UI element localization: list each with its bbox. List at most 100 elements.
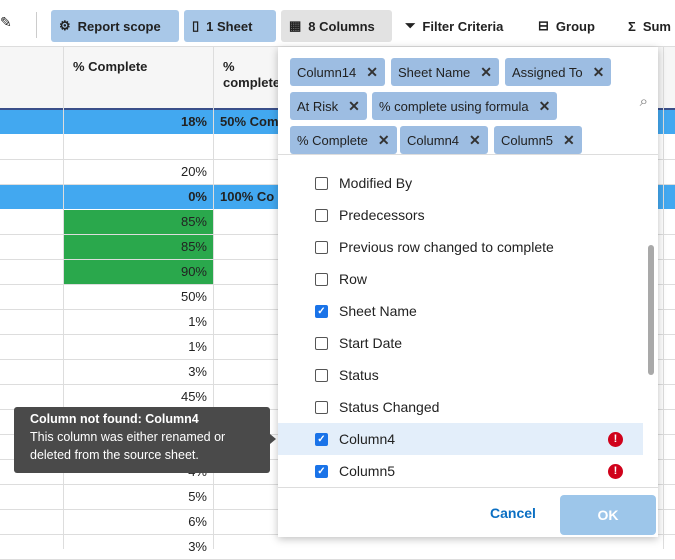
chip-label: % Complete [297,132,368,148]
percent-complete-cell[interactable]: 45% [64,385,213,409]
column-divider [213,47,214,549]
chip-label: Assigned To [512,64,583,80]
sigma-icon: Σ [628,18,636,34]
tooltip-title: Column not found: Column4 [30,412,199,426]
remove-icon[interactable]: ✕ [469,132,481,149]
column-chip: Sheet Name ✕ [391,58,499,86]
column-option-label: Status [339,367,379,383]
column-option[interactable]: ✓ Column4! [278,423,643,455]
percent-complete-cell[interactable]: 5% [64,485,213,509]
remove-icon[interactable]: ✕ [378,132,390,149]
remove-icon[interactable]: ✕ [348,98,360,115]
column-option-label: Predecessors [339,207,425,223]
column-option-label: Status Changed [339,399,440,415]
remove-icon[interactable]: ✕ [366,64,378,81]
column-option-label: Previous row changed to complete [339,239,554,255]
sheet-icon: ▯ [192,18,200,33]
percent-complete-cell[interactable]: 85% [64,235,213,259]
percent-complete-cell[interactable]: 0% [64,185,213,209]
column-divider [63,47,64,549]
formula-cell[interactable]: 50% Com [220,110,279,134]
column-option-label: Start Date [339,335,403,351]
percent-complete-cell[interactable]: 3% [64,360,213,384]
error-icon[interactable]: ! [608,431,623,447]
error-icon[interactable]: ! [608,463,623,479]
remove-icon[interactable]: ✕ [563,132,575,149]
percent-complete-cell[interactable]: 90% [64,260,213,284]
chip-label: Column14 [297,64,357,80]
column-chip: Assigned To ✕ [505,58,612,86]
column-option[interactable]: Status Changed [278,391,643,423]
formula-cell[interactable]: 100% Co [220,185,274,209]
tooltip-body: This column was either renamed or delete… [30,430,226,462]
percent-complete-cell[interactable]: 20% [64,160,213,184]
chip-label: At Risk [297,98,339,114]
columns-dialog: Column14 ✕ Sheet Name ✕ Assigned To ✕ At Risk ✕… [278,47,658,537]
column-option[interactable]: Start Date [278,327,643,359]
checkbox[interactable]: ✓ [315,464,328,478]
column-chip: % Complete ✕ [290,126,397,154]
chip-label: Column5 [501,132,554,148]
edit-pencil-icon[interactable]: ✎ [0,14,12,31]
sheet-button[interactable]: ▯ 1 Sheet [184,10,276,42]
percent-complete-cell[interactable] [64,135,213,159]
checkbox[interactable] [315,368,328,382]
column-option[interactable]: ✓ Column5! [278,455,643,487]
column-option[interactable]: Previous row changed to complete [278,231,643,263]
checkbox[interactable] [315,400,328,414]
column-option-label: Sheet Name [339,303,417,319]
ok-button[interactable]: OK [560,495,656,535]
column-chip: Column14 ✕ [290,58,385,86]
remove-icon[interactable]: ✕ [480,64,492,81]
percent-complete-cell[interactable]: 6% [64,510,213,534]
column-chip: Column5 ✕ [494,126,582,154]
toolbar-divider [36,12,37,38]
percent-complete-cell[interactable]: 85% [64,210,213,234]
filter-criteria-button[interactable]: ⏷ Filter Criteria [397,10,511,42]
toolbar: ✎ ⚙ Report scope ▯ 1 Sheet ▦ 8 Columns ⏷ Fil… [0,0,675,47]
checkbox[interactable] [315,240,328,254]
column-option[interactable]: Status [278,359,643,391]
search-icon[interactable]: ⌕ [640,93,648,110]
dialog-footer: Cancel OK [278,487,658,537]
remove-icon[interactable]: ✕ [539,98,551,115]
header-percent-complete-formula[interactable]: % complete using formula [223,59,278,93]
percent-complete-cell[interactable]: 1% [64,335,213,359]
scrollbar[interactable] [648,245,654,375]
checkbox[interactable]: ✓ [315,432,328,446]
group-button[interactable]: ⊟ Group [530,10,603,42]
tooltip-arrow [270,434,276,444]
checkbox[interactable] [315,336,328,350]
selected-columns: Column14 ✕ Sheet Name ✕ Assigned To ✕ At Risk ✕… [278,47,658,155]
table-row[interactable]: 3% [0,535,675,560]
summary-button[interactable]: Σ Sum [620,10,675,42]
column-divider [663,47,664,549]
percent-complete-cell[interactable]: 3% [64,535,213,559]
column-option[interactable]: Modified By [278,167,643,199]
chip-label: Sheet Name [398,64,471,80]
percent-complete-cell[interactable]: 18% [64,110,213,134]
remove-icon[interactable]: ✕ [593,64,605,81]
column-option-label: Row [339,271,368,287]
column-option[interactable]: ✓ Sheet Name [278,295,643,327]
column-chip: At Risk ✕ [290,92,367,120]
column-option[interactable]: Row [278,263,643,295]
report-scope-button[interactable]: ⚙ Report scope [51,10,179,42]
filter-icon: ⏷ [405,18,416,33]
percent-complete-cell[interactable]: 50% [64,285,213,309]
column-option-label: Modified By [339,175,413,191]
checkbox[interactable] [315,272,328,286]
error-tooltip: Column not found: Column4 This column wa… [14,407,270,473]
column-option-label: Column4 [339,431,396,447]
checkbox[interactable]: ✓ [315,304,328,318]
column-option[interactable]: Predecessors [278,199,643,231]
gear-icon: ⚙ [59,18,71,33]
column-chip: Column4 ✕ [400,126,488,154]
checkbox[interactable] [315,208,328,222]
header-percent-complete[interactable]: % Complete [73,59,147,75]
cancel-button[interactable]: Cancel [490,500,536,526]
column-list: Modified By Predecessors Previous row chan… [278,155,658,487]
columns-button[interactable]: ▦ 8 Columns [281,10,392,42]
percent-complete-cell[interactable]: 1% [64,310,213,334]
checkbox[interactable] [315,176,328,190]
